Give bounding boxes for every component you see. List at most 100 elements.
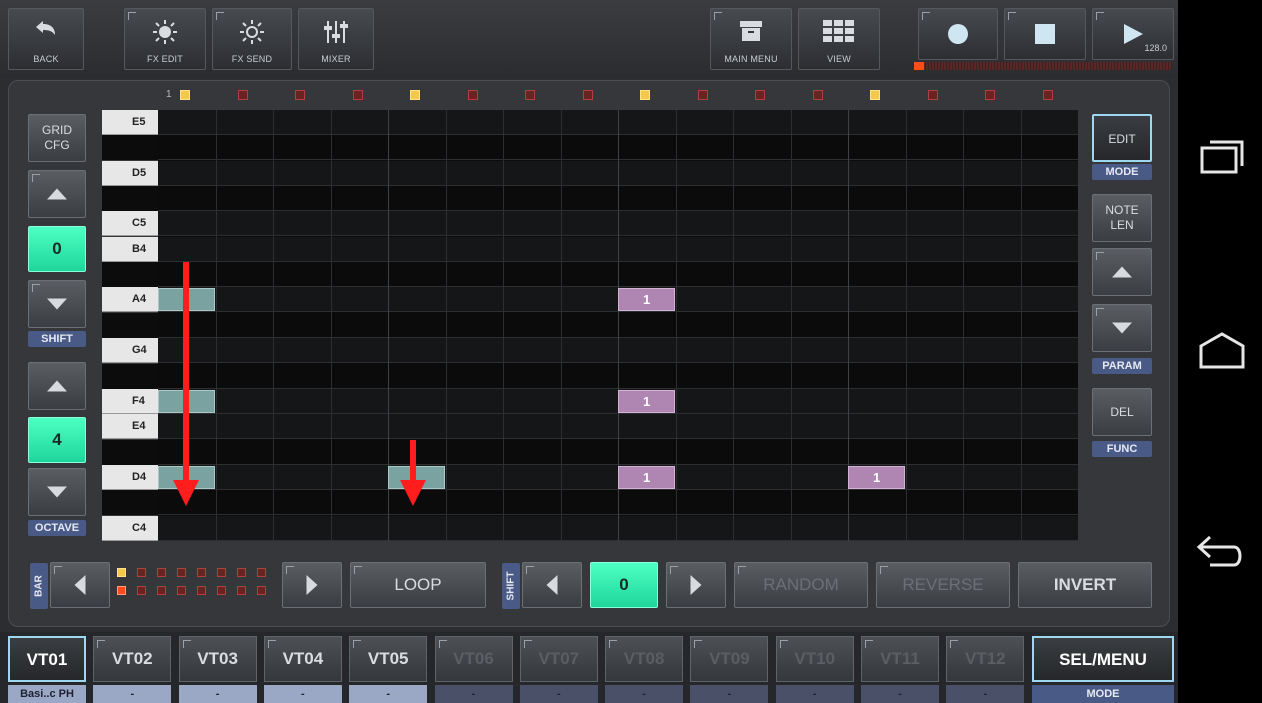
fx-edit-button[interactable]: FX EDIT [124, 8, 206, 70]
home-icon[interactable] [1198, 332, 1246, 370]
track-name-label: - [690, 685, 769, 703]
track-button-vt06[interactable]: VT06 [434, 636, 513, 682]
track-name-label: - [775, 685, 854, 703]
invert-button[interactable]: INVERT [1018, 562, 1152, 608]
mixer-faders-icon [324, 21, 348, 43]
note-block[interactable]: 1 [618, 389, 675, 413]
piano-key-g4[interactable]: G4 [102, 338, 158, 364]
track-button-vt11[interactable]: VT11 [861, 636, 939, 682]
shift-label: SHIFT [28, 331, 86, 347]
note-block[interactable]: 1 [618, 288, 675, 312]
step-marker [180, 90, 190, 100]
back-nav-icon[interactable] [1196, 534, 1246, 568]
view-button[interactable]: VIEW [798, 8, 880, 70]
octave-up-button[interactable] [28, 362, 86, 410]
track-button-vt07[interactable]: VT07 [519, 636, 598, 682]
step-marker [812, 90, 823, 100]
shift-value-display: 0 [28, 226, 86, 272]
track-button-vt09[interactable]: VT09 [690, 636, 769, 682]
track-name-label: Basi..c PH [8, 685, 86, 703]
piano-key-black[interactable] [102, 262, 158, 288]
piano-key-black[interactable] [102, 135, 158, 161]
back-label: BACK [33, 54, 59, 64]
track-selector: SEL/MENU MODE VT01 Basi..c PH VT02- VT03- VT… [0, 632, 1178, 703]
sel-menu-button[interactable]: SEL/MENU [1032, 636, 1174, 682]
bar-prev-button[interactable] [50, 562, 110, 608]
reverse-button[interactable]: REVERSE [876, 562, 1010, 608]
first-step-number: 1 [166, 89, 172, 100]
bar-mini-cell [117, 568, 126, 577]
bar-mini-cell [117, 586, 126, 595]
track-button-vt04[interactable]: VT04 [263, 636, 342, 682]
play-button[interactable]: 128.0 [1092, 8, 1174, 60]
step-marker [697, 90, 708, 100]
grid-config-button[interactable]: GRID CFG [28, 114, 86, 162]
random-button[interactable]: RANDOM [734, 562, 868, 608]
shift-tag: SHIFT [502, 563, 520, 609]
down-arrow-icon [47, 298, 67, 310]
shift-down-button[interactable] [28, 280, 86, 328]
back-button[interactable]: BACK [8, 8, 84, 70]
note-block[interactable]: 1 [848, 465, 905, 489]
piano-key-c5[interactable]: C5 [102, 211, 158, 237]
octave-label: OCTAVE [28, 520, 86, 536]
octave-down-button[interactable] [28, 468, 86, 516]
track-button-vt02[interactable]: VT02 [93, 636, 172, 682]
grid-step-line [790, 110, 792, 541]
track-button-vt03[interactable]: VT03 [178, 636, 257, 682]
record-circle-icon [948, 24, 968, 44]
piano-key-black[interactable] [102, 312, 158, 338]
edit-mode-button[interactable]: EDIT [1092, 114, 1152, 162]
android-nav-bar [1178, 0, 1262, 703]
func-label: FUNC [1092, 441, 1152, 457]
note-block[interactable]: 1 [618, 465, 675, 489]
shift-up-button[interactable] [28, 170, 86, 218]
bar-mini-cell [137, 568, 146, 577]
param-up-button[interactable] [1092, 248, 1152, 296]
mixer-button[interactable]: MIXER [298, 8, 374, 70]
bar-next-button[interactable] [282, 562, 342, 608]
piano-key-b4[interactable]: B4 [102, 236, 158, 262]
piano-key-d4[interactable]: D4 [102, 464, 158, 490]
left-arrow-icon [74, 575, 86, 595]
track-button-vt12[interactable]: VT12 [946, 636, 1025, 682]
record-button[interactable] [918, 8, 998, 60]
step-marker [525, 90, 535, 100]
track-name-label: - [519, 685, 598, 703]
main-menu-button[interactable]: MAIN MENU [710, 8, 792, 70]
stop-button[interactable] [1004, 8, 1086, 60]
piano-key-a4[interactable]: A4 [102, 287, 158, 313]
note-grid[interactable]: 1 1 1 1 [158, 110, 1078, 541]
track-button-vt10[interactable]: VT10 [775, 636, 854, 682]
note-length-button[interactable]: NOTE LEN [1092, 194, 1152, 242]
recent-apps-icon[interactable] [1200, 140, 1244, 174]
piano-key-black[interactable] [102, 439, 158, 465]
bar-mini-cell [257, 568, 266, 577]
param-label: PARAM [1092, 358, 1152, 374]
shift-right-button[interactable] [666, 562, 726, 608]
grid-step-line [1020, 110, 1022, 541]
piano-key-f4[interactable]: F4 [102, 388, 158, 414]
track-button-vt08[interactable]: VT08 [605, 636, 684, 682]
grid-step-line [445, 110, 447, 541]
piano-key-e4[interactable]: E4 [102, 414, 158, 440]
piano-key-d5[interactable]: D5 [102, 160, 158, 186]
param-down-button[interactable] [1092, 304, 1152, 352]
right-arrow-icon [690, 575, 702, 595]
piano-key-black[interactable] [102, 186, 158, 212]
track-button-vt01[interactable]: VT01 [8, 636, 86, 682]
delete-button[interactable]: DEL [1092, 388, 1152, 436]
fx-edit-label: FX EDIT [147, 54, 183, 64]
track-button-vt05[interactable]: VT05 [349, 636, 428, 682]
piano-key-e5[interactable]: E5 [102, 110, 158, 135]
track-name-label: - [349, 685, 428, 703]
piano-key-black[interactable] [102, 363, 158, 389]
left-arrow-icon [546, 575, 558, 595]
fx-send-button[interactable]: FX SEND [212, 8, 292, 70]
piano-key-black[interactable] [102, 490, 158, 516]
piano-key-c4[interactable]: C4 [102, 515, 158, 541]
loop-button[interactable]: LOOP [350, 562, 486, 608]
song-position-bar[interactable] [914, 62, 1172, 70]
shift-left-button[interactable] [522, 562, 582, 608]
annotation-arrow-right [400, 440, 426, 506]
